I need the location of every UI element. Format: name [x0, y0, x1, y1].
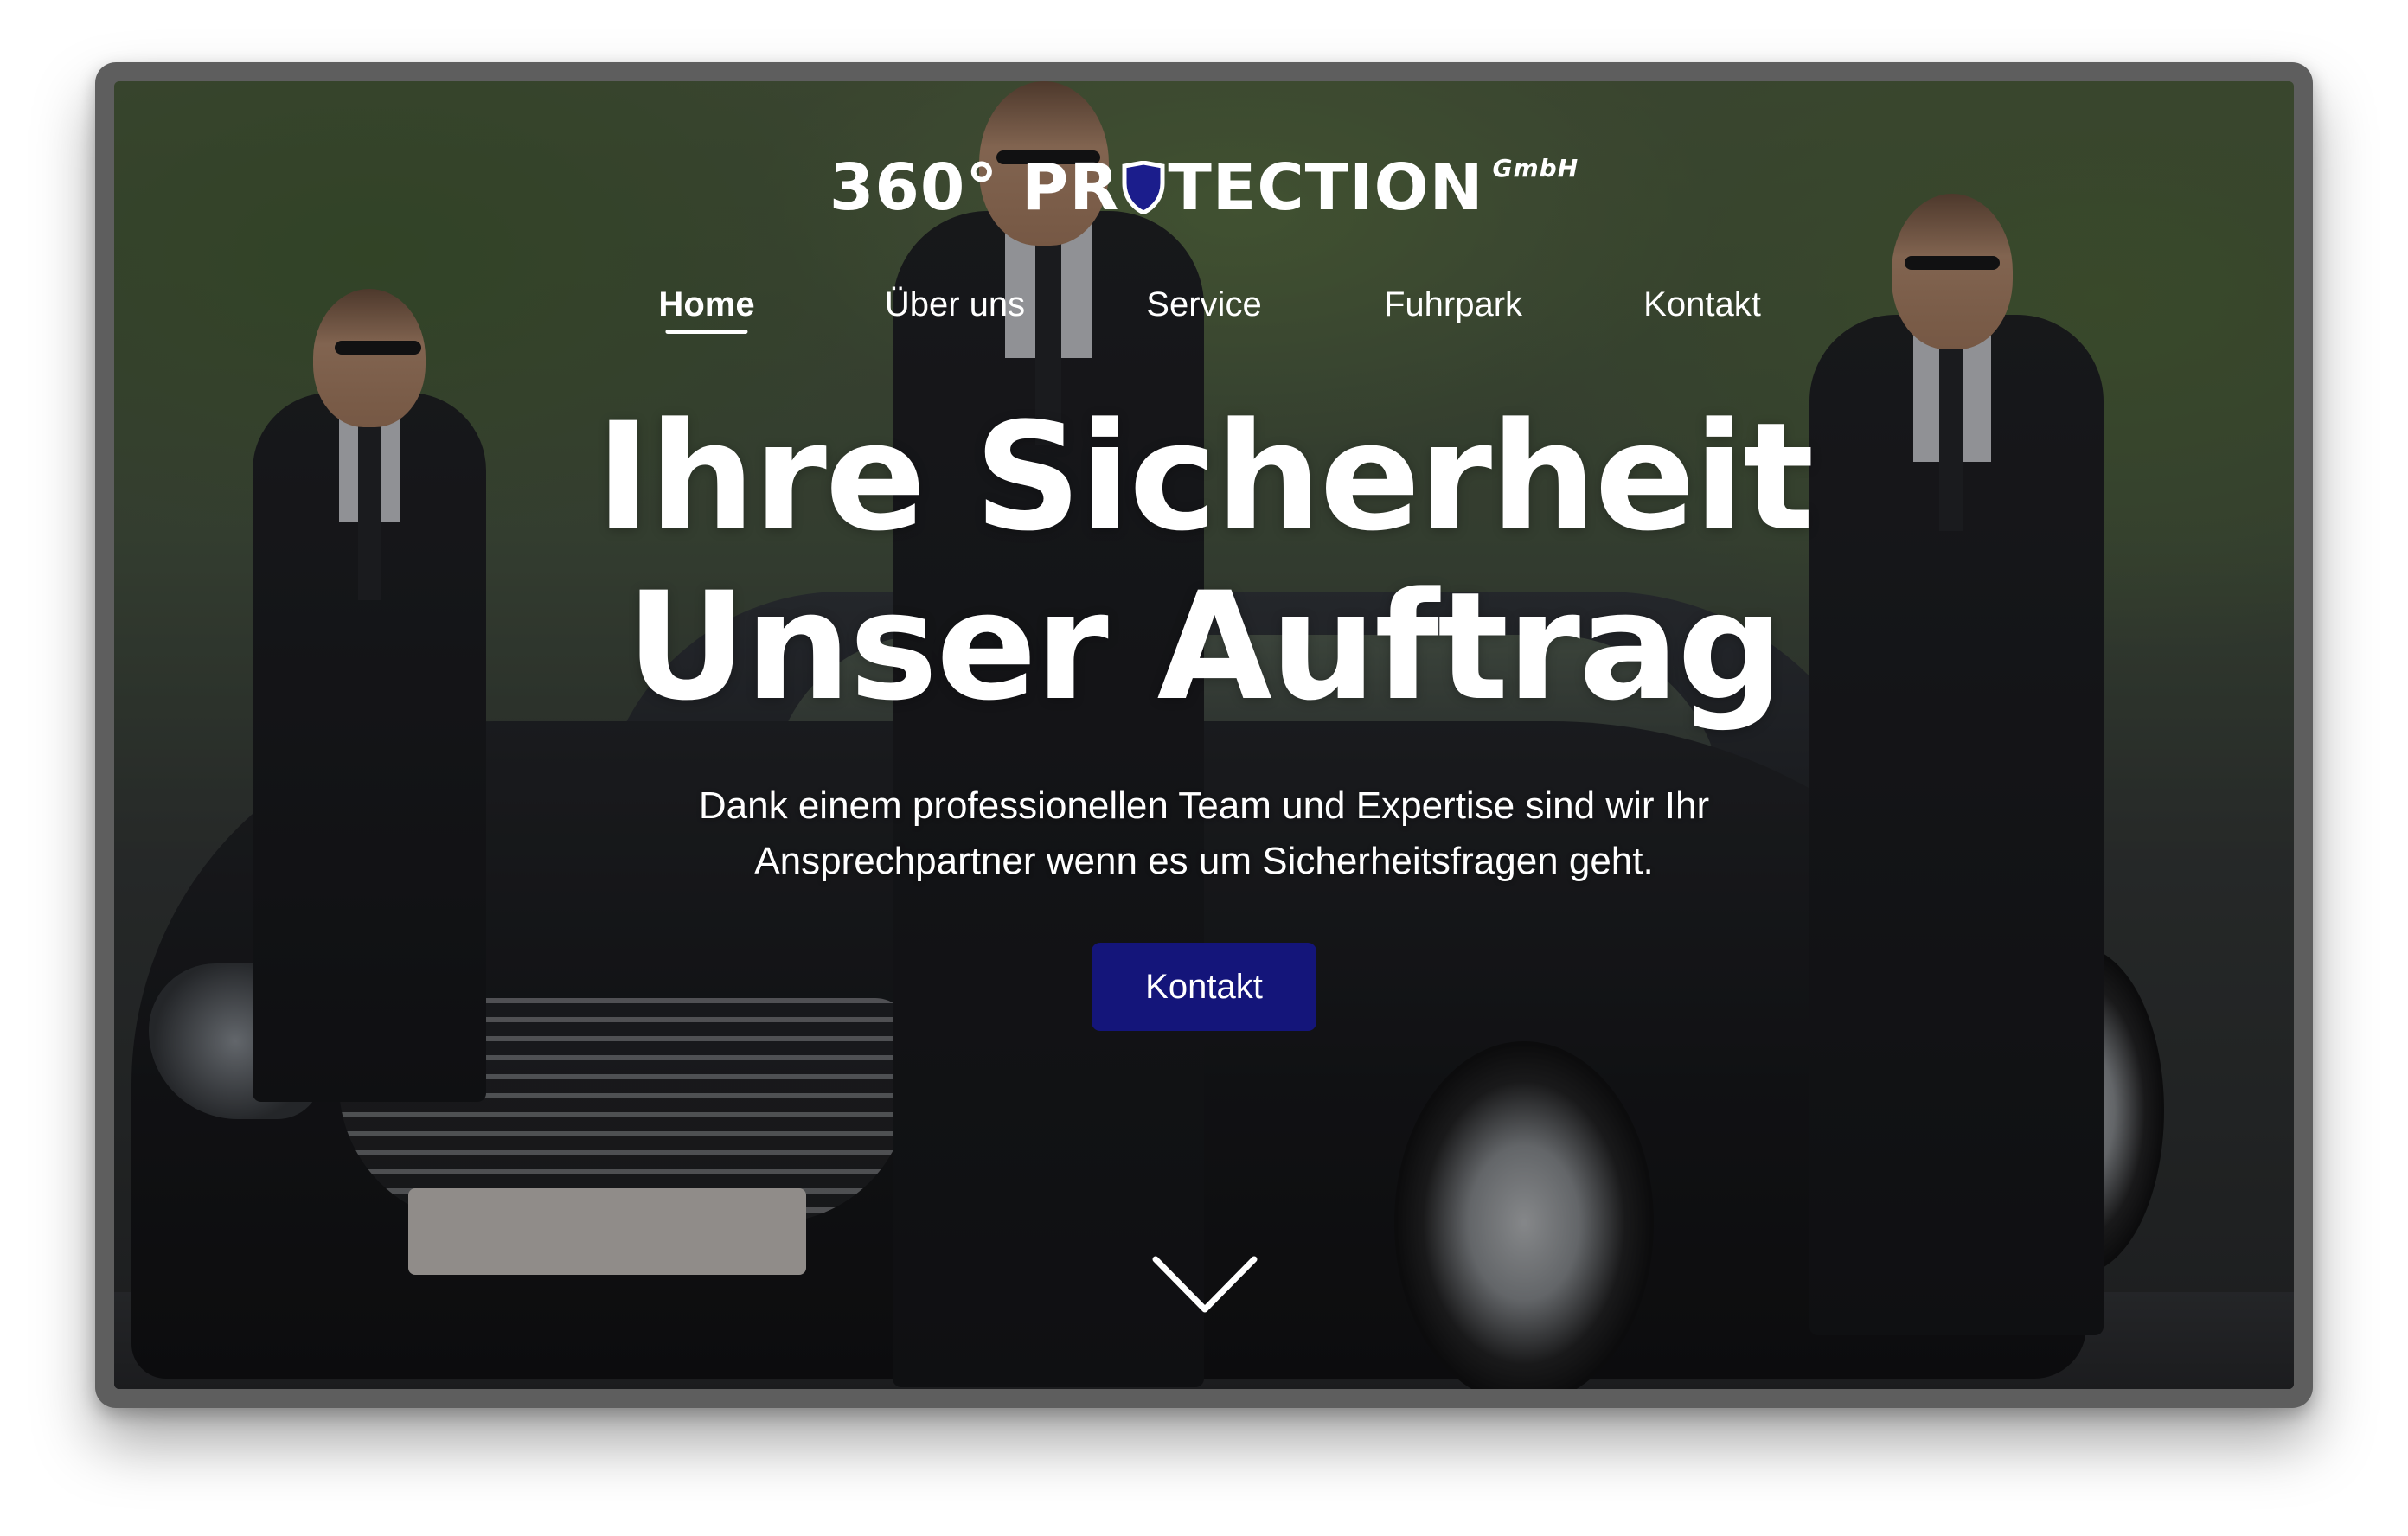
chevron-down-icon[interactable] — [1152, 1254, 1258, 1315]
brand-logo[interactable]: 360° PR TECTION GmbH — [114, 156, 2294, 220]
nav-item-fuhrpark[interactable]: Fuhrpark — [1384, 280, 1522, 329]
contact-button[interactable]: Kontakt — [1092, 943, 1316, 1031]
hero-headline-line2: Unser Auftrag — [625, 560, 1784, 733]
hero-headline-line1: Ihre Sicherheit — [595, 390, 1815, 564]
shield-icon — [1121, 160, 1166, 215]
hero-headline: Ihre Sicherheit Unser Auftrag — [114, 393, 2294, 732]
brand-name-rest: TECTION — [1168, 150, 1484, 225]
nav-item-ueber-uns[interactable]: Über uns — [885, 280, 1025, 329]
website-viewport: 360° PR TECTION GmbH Home Über uns Service… — [114, 81, 2294, 1389]
nav-item-kontakt[interactable]: Kontakt — [1643, 280, 1761, 329]
hero-dark-overlay — [114, 81, 2294, 1389]
nav-item-home[interactable]: Home — [658, 280, 755, 334]
nav-item-service[interactable]: Service — [1146, 280, 1261, 329]
brand-suffix: GmbH — [1492, 154, 1579, 182]
main-navigation: Home Über uns Service Fuhrpark Kontakt — [114, 280, 2294, 334]
hero-subtitle: Dank einem professionellen Team und Expe… — [698, 784, 1710, 882]
brand-name: 360° PR — [829, 150, 1120, 225]
